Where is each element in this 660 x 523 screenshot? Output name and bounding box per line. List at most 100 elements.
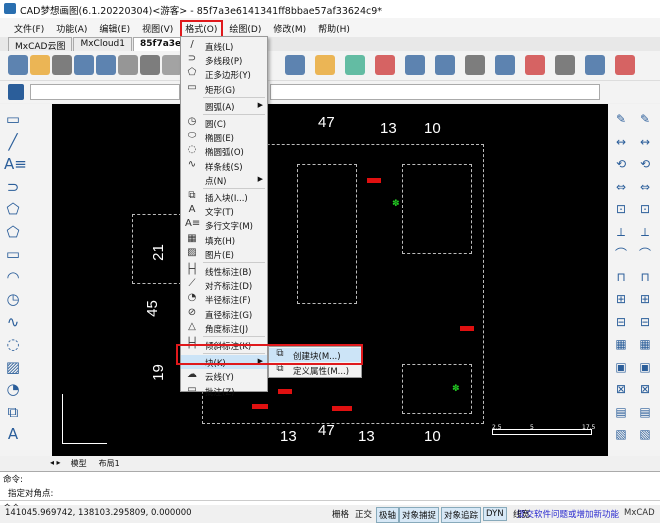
toolbar-button[interactable]	[74, 55, 94, 75]
modify-tool-icon[interactable]: ✎	[636, 110, 654, 128]
menu-3[interactable]: 视图(V)	[136, 18, 179, 37]
modify-tool-icon[interactable]: ⌒	[612, 245, 630, 263]
draw-menu-item[interactable]: ⬠ 正多边形(Y)	[181, 67, 267, 81]
draw-menu-item[interactable]: ⊘ 直径标注(G)	[181, 307, 267, 321]
toolbar-button[interactable]	[495, 55, 515, 75]
toolbar-button[interactable]	[52, 55, 72, 75]
modify-tool-icon[interactable]: ⊞	[636, 290, 654, 308]
draw-tool-icon[interactable]: ⧉	[4, 403, 22, 421]
modify-tool-icon[interactable]: ▦	[636, 335, 654, 353]
menu-1[interactable]: 功能(A)	[50, 18, 93, 37]
draw-menu-item[interactable]: ▨ 图片(E)	[181, 247, 267, 261]
status-toggle[interactable]: 正交	[353, 507, 374, 521]
menu-2[interactable]: 编辑(E)	[93, 18, 136, 37]
menu-5[interactable]: 绘图(D)	[223, 18, 267, 37]
modify-tool-icon[interactable]: ▧	[636, 425, 654, 443]
draw-menu-item[interactable]: / 直线(L)	[181, 39, 267, 53]
draw-menu-item[interactable]: ⊃ 多线段(P)	[181, 53, 267, 67]
toolbar-button[interactable]	[96, 55, 116, 75]
draw-tool-icon[interactable]: ◠	[4, 268, 22, 286]
layers-icon[interactable]	[8, 84, 24, 100]
menu-0[interactable]: 文件(F)	[8, 18, 50, 37]
draw-menu-item[interactable]: ◌ 椭圆弧(O)	[181, 144, 267, 158]
draw-menu-item[interactable]: A 文字(T)	[181, 204, 267, 218]
draw-menu-item[interactable]: ☁ 云线(Y)	[181, 369, 267, 383]
modify-tool-icon[interactable]: ↔	[612, 133, 630, 151]
property-dropdown[interactable]	[270, 84, 600, 100]
toolbar-button[interactable]	[615, 55, 635, 75]
toolbar-button[interactable]	[555, 55, 575, 75]
toolbar-button[interactable]	[465, 55, 485, 75]
modify-tool-icon[interactable]: ⟂	[636, 223, 654, 241]
draw-menu-item[interactable]: ▭ 矩形(G)	[181, 82, 267, 96]
doc-tab[interactable]: MxCloud1	[73, 37, 132, 51]
modify-tool-icon[interactable]: ⊡	[636, 200, 654, 218]
toolbar-button[interactable]	[315, 55, 335, 75]
draw-tool-icon[interactable]: ⊃	[4, 178, 22, 196]
modify-tool-icon[interactable]: ⊓	[636, 268, 654, 286]
draw-tool-icon[interactable]: A	[4, 425, 22, 443]
modify-tool-icon[interactable]: ⇔	[636, 178, 654, 196]
status-toggle[interactable]: DYN	[483, 507, 507, 521]
modify-tool-icon[interactable]: ✎	[612, 110, 630, 128]
toolbar-button[interactable]	[285, 55, 305, 75]
modify-tool-icon[interactable]: ⊓	[612, 268, 630, 286]
draw-menu-item[interactable]: ◔ 半径标注(F)	[181, 292, 267, 306]
modify-tool-icon[interactable]: ▤	[612, 403, 630, 421]
draw-menu-item[interactable]: △ 角度标注(J)	[181, 321, 267, 335]
draw-tool-icon[interactable]: ◔	[4, 380, 22, 398]
draw-menu-item[interactable]: ▦ 填充(H)	[181, 233, 267, 247]
toolbar-button[interactable]	[162, 55, 182, 75]
modify-tool-icon[interactable]: ▧	[612, 425, 630, 443]
draw-tool-icon[interactable]: ╱	[4, 133, 22, 151]
modify-tool-icon[interactable]: ⟲	[612, 155, 630, 173]
modify-tool-icon[interactable]: ▦	[612, 335, 630, 353]
modify-tool-icon[interactable]: ⊠	[636, 380, 654, 398]
doc-tab[interactable]: MxCAD云图	[8, 37, 73, 52]
toolbar-button[interactable]	[140, 55, 160, 75]
menu-6[interactable]: 修改(M)	[267, 18, 312, 37]
layer-dropdown[interactable]	[30, 84, 180, 100]
draw-menu-item[interactable]: ∿ 样条线(S)	[181, 159, 267, 173]
draw-tool-icon[interactable]: ▨	[4, 358, 22, 376]
draw-tool-icon[interactable]: ◷	[4, 290, 22, 308]
tab-model[interactable]: 模型	[65, 458, 93, 471]
modify-tool-icon[interactable]: ⊡	[612, 200, 630, 218]
draw-menu-item[interactable]: A≡ 多行文字(M)	[181, 218, 267, 232]
tab-scroll-arrows[interactable]: ◂ ▸	[46, 458, 65, 471]
draw-menu-item[interactable]: ├┤ 线性标注(B)	[181, 264, 267, 278]
toolbar-button[interactable]	[585, 55, 605, 75]
draw-tool-icon[interactable]: ⬠	[4, 200, 22, 218]
toolbar-button[interactable]	[375, 55, 395, 75]
status-toggle[interactable]: 栅格	[330, 507, 351, 521]
drawing-canvas[interactable]: 13 47 13 10 13 47 13 10 21 45 19 ✽ ✽ 2.5…	[52, 104, 608, 456]
draw-tool-icon[interactable]: ▭	[4, 110, 22, 128]
toolbar-button[interactable]	[405, 55, 425, 75]
modify-tool-icon[interactable]: ⊠	[612, 380, 630, 398]
submenu-item[interactable]: ⧉ 定义属性(M...)	[269, 363, 361, 377]
draw-tool-icon[interactable]: ▭	[4, 245, 22, 263]
draw-tool-icon[interactable]: A≡	[4, 155, 27, 173]
toolbar-button[interactable]	[525, 55, 545, 75]
modify-tool-icon[interactable]: ⊟	[636, 313, 654, 331]
modify-tool-icon[interactable]: ▣	[612, 358, 630, 376]
modify-tool-icon[interactable]: ⊞	[612, 290, 630, 308]
menu-7[interactable]: 帮助(H)	[312, 18, 356, 37]
modify-tool-icon[interactable]: ⟂	[612, 223, 630, 241]
draw-menu-item[interactable]: ⟋ 对齐标注(D)	[181, 278, 267, 292]
modify-tool-icon[interactable]: ▣	[636, 358, 654, 376]
toolbar-button[interactable]	[435, 55, 455, 75]
toolbar-button[interactable]	[8, 55, 28, 75]
draw-menu-item[interactable]: ◷ 圆(C)	[181, 116, 267, 130]
draw-menu-item[interactable]: 圆弧(A) ▶	[181, 99, 267, 113]
draw-menu-item[interactable]: 点(N) ▶	[181, 173, 267, 187]
modify-tool-icon[interactable]: ⌒	[636, 245, 654, 263]
toolbar-button[interactable]	[30, 55, 50, 75]
draw-menu-item[interactable]: ⬭ 椭圆(E)	[181, 130, 267, 144]
draw-menu-item[interactable]: ▭ 批注(Z)	[181, 384, 267, 398]
draw-tool-icon[interactable]: ∿	[4, 313, 22, 331]
modify-tool-icon[interactable]: ▤	[636, 403, 654, 421]
modify-tool-icon[interactable]: ⊟	[612, 313, 630, 331]
draw-tool-icon[interactable]: ⬠	[4, 223, 22, 241]
status-toggle[interactable]: 线宽	[511, 507, 532, 521]
